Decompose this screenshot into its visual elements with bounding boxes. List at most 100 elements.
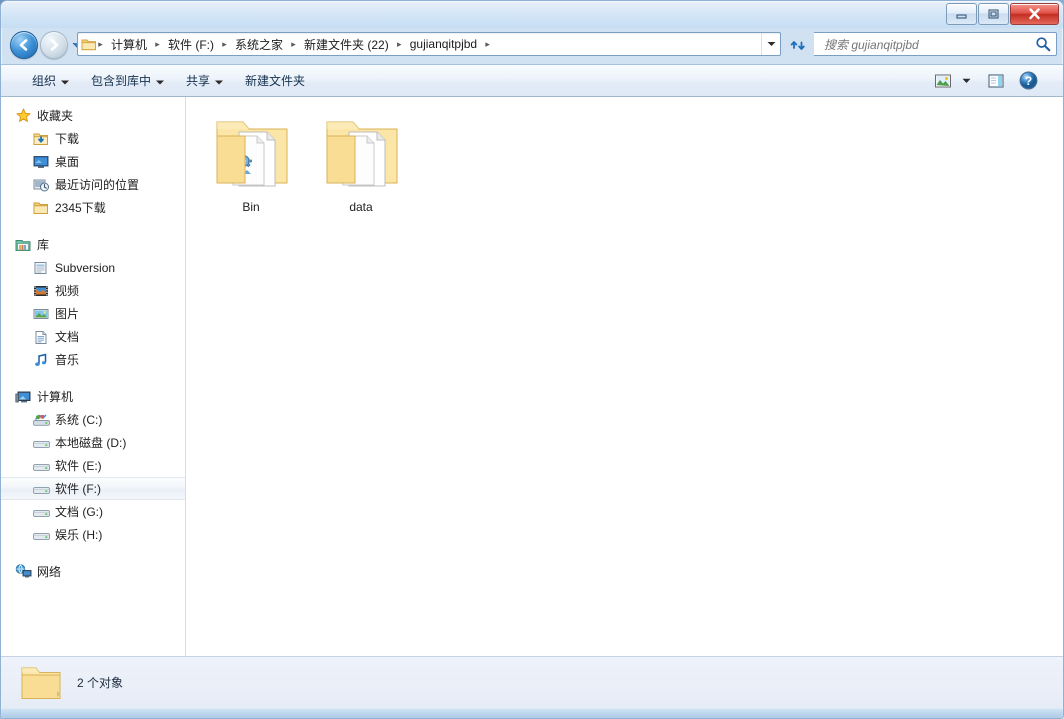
chevron-down-icon (156, 74, 165, 88)
sidebar-label: 计算机 (37, 390, 74, 404)
drive-icon (31, 459, 51, 473)
sidebar-item-subversion[interactable]: Subversion (1, 256, 186, 279)
folder-with-docs-icon (319, 110, 403, 194)
toolbar-new-folder[interactable]: 新建文件夹 (234, 68, 316, 94)
breadcrumb-item-4[interactable]: gujianqitpjbd (406, 35, 481, 53)
sidebar-item-pictures[interactable]: 图片 (1, 302, 186, 325)
command-toolbar: 组织 包含到库中 共享 新建文件夹 ? (1, 64, 1063, 97)
chevron-down-icon (61, 74, 70, 88)
search-box[interactable]: 搜索 gujianqitpjbd (814, 32, 1057, 56)
recent-places-icon (31, 178, 51, 192)
sidebar-item-music[interactable]: 音乐 (1, 348, 186, 371)
status-bar: 2 个对象 (1, 656, 1063, 708)
breadcrumb-bar[interactable]: ▸ 计算机 ▸ 软件 (F:) ▸ 系统之家 ▸ 新建文件夹 (22) ▸ gu… (77, 32, 781, 56)
desktop-icon (31, 155, 51, 169)
breadcrumb-separator[interactable]: ▸ (481, 39, 494, 50)
toolbar-share-with-label: 共享 (186, 74, 211, 88)
sidebar-item-drive-c[interactable]: 系统 (C:) (1, 408, 186, 431)
sidebar-label: 音乐 (55, 353, 80, 367)
sidebar-item-documents[interactable]: 文档 (1, 325, 186, 348)
nav-group-favorites: 收藏夹 下载 桌面 最近访问的位置 2345下载 (1, 104, 186, 219)
breadcrumb-separator: ▸ (396, 38, 402, 49)
breadcrumb-root-icon (81, 37, 96, 51)
sidebar-label: Subversion (55, 260, 116, 275)
sidebar-item-drive-h[interactable]: 娱乐 (H:) (1, 523, 186, 546)
chevron-down-icon (215, 74, 224, 88)
sidebar-item-2345-downloads[interactable]: 2345下载 (1, 196, 186, 219)
toolbar-include-in-library[interactable]: 包含到库中 (80, 68, 175, 94)
close-button[interactable] (1010, 3, 1059, 25)
toolbar-organize[interactable]: 组织 (21, 68, 80, 94)
sidebar-item-drive-d[interactable]: 本地磁盘 (D:) (1, 431, 186, 454)
search-input[interactable]: 搜索 gujianqitpjbd (814, 36, 1030, 53)
file-label: Bin (242, 200, 260, 214)
sidebar-item-downloads[interactable]: 下载 (1, 127, 186, 150)
file-label: data (349, 200, 373, 214)
folder-data[interactable]: data (306, 105, 416, 221)
sidebar-item-recent-places[interactable]: 最近访问的位置 (1, 173, 186, 196)
refresh-button[interactable] (785, 32, 811, 58)
minimize-button[interactable] (946, 3, 977, 25)
preview-pane-button[interactable] (980, 68, 1012, 94)
sidebar-item-videos[interactable]: 视频 (1, 279, 186, 302)
sidebar-item-favorites[interactable]: 收藏夹 (1, 104, 186, 127)
sidebar-item-computer[interactable]: 计算机 (1, 385, 186, 408)
sidebar-item-drive-g[interactable]: 文档 (G:) (1, 500, 186, 523)
breadcrumb-item-2[interactable]: 系统之家 (231, 34, 287, 55)
sidebar-label: 最近访问的位置 (55, 178, 140, 192)
forward-button[interactable] (40, 31, 68, 59)
explorer-window: ▸ 计算机 ▸ 软件 (F:) ▸ 系统之家 ▸ 新建文件夹 (22) ▸ gu… (0, 0, 1064, 719)
help-button[interactable]: ? (1012, 68, 1045, 94)
sidebar-label: 下载 (55, 132, 80, 146)
breadcrumb-separator: ▸ (291, 38, 296, 49)
title-bar[interactable] (1, 1, 1063, 28)
back-button[interactable] (10, 31, 38, 59)
maximize-button[interactable] (978, 3, 1009, 25)
nav-gap (1, 219, 186, 233)
nav-gap (1, 371, 186, 385)
folder-icon (13, 663, 69, 703)
sidebar-item-drive-e[interactable]: 软件 (E:) (1, 454, 186, 477)
navigation-pane[interactable]: 收藏夹 下载 桌面 最近访问的位置 2345下载 库 Subversion 视频… (1, 97, 186, 656)
sidebar-label: 文档 (G:) (55, 505, 103, 519)
change-view-button[interactable] (927, 68, 959, 94)
svg-text:?: ? (1025, 74, 1032, 88)
drive-icon (31, 505, 51, 519)
computer-icon (13, 390, 33, 404)
breadcrumb: ▸ 计算机 ▸ 软件 (F:) ▸ 系统之家 ▸ 新建文件夹 (22) ▸ gu… (78, 34, 761, 55)
breadcrumb-item-1[interactable]: 软件 (F:) (164, 34, 218, 55)
system-drive-icon (31, 413, 51, 427)
sidebar-label: 文档 (55, 330, 80, 344)
breadcrumb-item-0[interactable]: 计算机 (107, 34, 151, 55)
sidebar-item-network[interactable]: 网络 (1, 560, 186, 583)
sidebar-label: 软件 (F:) (55, 482, 101, 496)
address-bar-row: ▸ 计算机 ▸ 软件 (F:) ▸ 系统之家 ▸ 新建文件夹 (22) ▸ gu… (1, 28, 1063, 64)
videos-icon (31, 284, 51, 298)
breadcrumb-item-3[interactable]: 新建文件夹 (22) (300, 34, 393, 55)
sidebar-item-drive-f[interactable]: 软件 (F:) (1, 477, 186, 500)
sidebar-label: 娱乐 (H:) (55, 528, 103, 542)
sidebar-label: 本地磁盘 (D:) (55, 436, 127, 450)
sidebar-item-desktop[interactable]: 桌面 (1, 150, 186, 173)
sidebar-label: 库 (37, 238, 50, 252)
sidebar-label: 图片 (55, 307, 80, 321)
folder-bin[interactable]: Bin (196, 105, 306, 221)
search-icon[interactable] (1030, 36, 1056, 52)
folder-icon (31, 201, 51, 215)
breadcrumb-separator: ▸ (155, 38, 160, 49)
library-icon (13, 238, 33, 252)
address-history-dropdown[interactable] (761, 33, 780, 55)
toolbar-share-with[interactable]: 共享 (175, 68, 234, 94)
drive-icon (31, 482, 51, 496)
sidebar-label: 系统 (C:) (55, 413, 103, 427)
sidebar-item-libraries[interactable]: 库 (1, 233, 186, 256)
breadcrumb-separator: ▸ (98, 38, 103, 49)
toolbar-include-in-library-label: 包含到库中 (91, 74, 152, 88)
file-list-view[interactable]: Bin data (186, 97, 1063, 656)
pane-splitter[interactable] (185, 97, 186, 656)
subversion-icon (31, 261, 51, 275)
music-icon (31, 353, 51, 367)
toolbar-organize-label: 组织 (32, 74, 57, 88)
change-view-dropdown[interactable] (959, 68, 980, 94)
window-bottom-edge (1, 709, 1063, 718)
